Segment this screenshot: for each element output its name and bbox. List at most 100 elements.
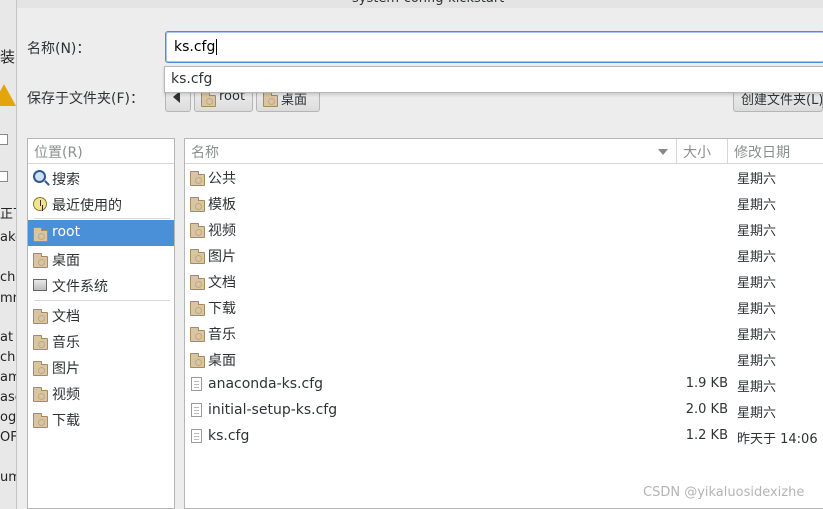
file-modified: 星期六: [737, 406, 777, 421]
sidebar-divider: [34, 300, 170, 301]
file-icon: [191, 377, 202, 391]
bg-text: ase: [0, 390, 16, 405]
file-size: 2.0 KB: [685, 402, 728, 417]
save-in-label: 保存于文件夹(F)：: [27, 91, 144, 107]
file-name: 公共: [208, 171, 236, 187]
folder-icon: [263, 92, 278, 107]
sidebar-item-label: root: [52, 224, 81, 240]
bg-text: at :: [0, 330, 16, 345]
column-header-name[interactable]: 名称: [185, 139, 677, 164]
sidebar-item-label: 搜索: [52, 172, 80, 188]
file-icon: [191, 429, 202, 443]
file-row[interactable]: 下载 星期六: [185, 294, 823, 320]
bg-text: mm: [0, 291, 16, 306]
window-title: system-config-kickstart: [352, 0, 504, 6]
autocomplete-popup: ks.cfg: [164, 66, 823, 93]
sidebar-item-pictures[interactable]: 图片: [28, 354, 174, 380]
file-name: 文档: [208, 275, 236, 291]
file-row[interactable]: 图片 星期六: [185, 242, 823, 268]
folder-icon: [33, 387, 48, 402]
sidebar-item-label: 视频: [52, 387, 80, 403]
file-row[interactable]: 文档 星期六: [185, 268, 823, 294]
filename-input[interactable]: ks.cfg: [165, 31, 823, 63]
sidebar-item-root[interactable]: root: [28, 220, 174, 246]
file-row[interactable]: 桌面 星期六: [185, 346, 823, 372]
file-size: 1.9 KB: [685, 376, 728, 391]
bg-text: og: [0, 410, 17, 425]
sidebar-item-downloads[interactable]: 下载: [28, 406, 174, 432]
file-row[interactable]: 视频 星期六: [185, 216, 823, 242]
sidebar-item-filesystem[interactable]: 文件系统: [28, 272, 174, 298]
file-modified: 星期六: [737, 172, 777, 187]
file-name: 模板: [208, 197, 236, 213]
file-name: initial-setup-ks.cfg: [208, 402, 338, 418]
bg-text: che: [0, 350, 16, 365]
bg-text: 正下: [0, 207, 16, 222]
folder-icon: [190, 353, 205, 368]
folder-icon: [33, 413, 48, 428]
folder-icon: [190, 223, 205, 238]
file-modified: 星期六: [737, 224, 777, 239]
folder-icon: [33, 309, 48, 324]
sidebar-item-label: 文档: [52, 309, 80, 325]
sidebar-divider: [34, 218, 170, 219]
folder-icon: [190, 327, 205, 342]
folder-icon: [190, 171, 205, 186]
column-header-label: 大小: [683, 145, 711, 161]
sidebar-item-label: 文件系统: [52, 279, 108, 295]
sidebar-item-documents[interactable]: 文档: [28, 302, 174, 328]
file-name: 下载: [208, 301, 236, 317]
save-file-dialog: system-config-kickstart 名称(N)： ks.cfg ks…: [17, 0, 823, 509]
column-header-modified[interactable]: 修改日期: [728, 139, 823, 164]
column-header-size[interactable]: 大小: [677, 139, 728, 164]
name-label: 名称(N)：: [27, 41, 91, 57]
text-caret: [216, 39, 218, 55]
sidebar-item-search[interactable]: 搜索: [28, 165, 174, 191]
places-sidebar: 位置(R) 搜索 最近使用的 root 桌面 文件系统 文档 音乐 图片 视频 …: [27, 138, 175, 509]
file-modified: 星期六: [737, 276, 777, 291]
file-name: 图片: [208, 249, 236, 265]
folder-icon: [33, 253, 48, 268]
file-icon: [191, 403, 202, 417]
file-row[interactable]: 模板 星期六: [185, 190, 823, 216]
bg-text: am: [0, 370, 16, 385]
watermark: CSDN @yikaluosidexizhe: [643, 485, 805, 500]
sidebar-item-recent[interactable]: 最近使用的: [28, 191, 174, 217]
folder-icon: [190, 301, 205, 316]
file-row[interactable]: initial-setup-ks.cfg 2.0 KB 星期六: [185, 398, 823, 424]
file-name: 桌面: [208, 353, 236, 369]
file-modified: 星期六: [737, 354, 777, 369]
file-row[interactable]: 公共 星期六: [185, 164, 823, 190]
file-name: 视频: [208, 223, 236, 239]
file-modified: 星期六: [737, 198, 777, 213]
sidebar-item-label: 音乐: [52, 335, 80, 351]
sort-down-icon: [658, 149, 668, 155]
sidebar-item-label: 图片: [52, 361, 80, 377]
bg-checkbox: [0, 171, 8, 182]
places-header[interactable]: 位置(R): [28, 139, 174, 164]
file-row[interactable]: 音乐 星期六: [185, 320, 823, 346]
recent-icon: [33, 197, 47, 211]
title-bar[interactable]: system-config-kickstart: [17, 0, 823, 8]
autocomplete-suggestion[interactable]: ks.cfg: [171, 71, 212, 87]
file-name: anaconda-ks.cfg: [208, 376, 324, 392]
folder-icon: [190, 275, 205, 290]
bg-text: ako: [0, 230, 16, 245]
bg-text: 装: [0, 48, 16, 66]
file-row[interactable]: ks.cfg 1.2 KB 昨天于 14:06: [185, 424, 823, 450]
file-modified: 昨天于 14:06: [737, 432, 818, 447]
file-name: 音乐: [208, 327, 236, 343]
sidebar-item-desktop[interactable]: 桌面: [28, 246, 174, 272]
folder-icon: [33, 335, 48, 350]
background-window: 装 正下 ako che mm at : che am ase og OF um: [0, 0, 17, 509]
file-modified: 星期六: [737, 328, 777, 343]
file-modified: 星期六: [737, 380, 777, 395]
file-size: 1.2 KB: [685, 428, 728, 443]
sidebar-item-music[interactable]: 音乐: [28, 328, 174, 354]
column-header-label: 修改日期: [734, 145, 790, 161]
folder-icon: [190, 249, 205, 264]
file-row[interactable]: anaconda-ks.cfg 1.9 KB 星期六: [185, 372, 823, 398]
sidebar-item-videos[interactable]: 视频: [28, 380, 174, 406]
file-list: 名称 大小 修改日期 公共 星期六 模板 星期六 视频 星期六 图片 星期六 文…: [184, 138, 823, 509]
filename-value: ks.cfg: [174, 39, 216, 55]
